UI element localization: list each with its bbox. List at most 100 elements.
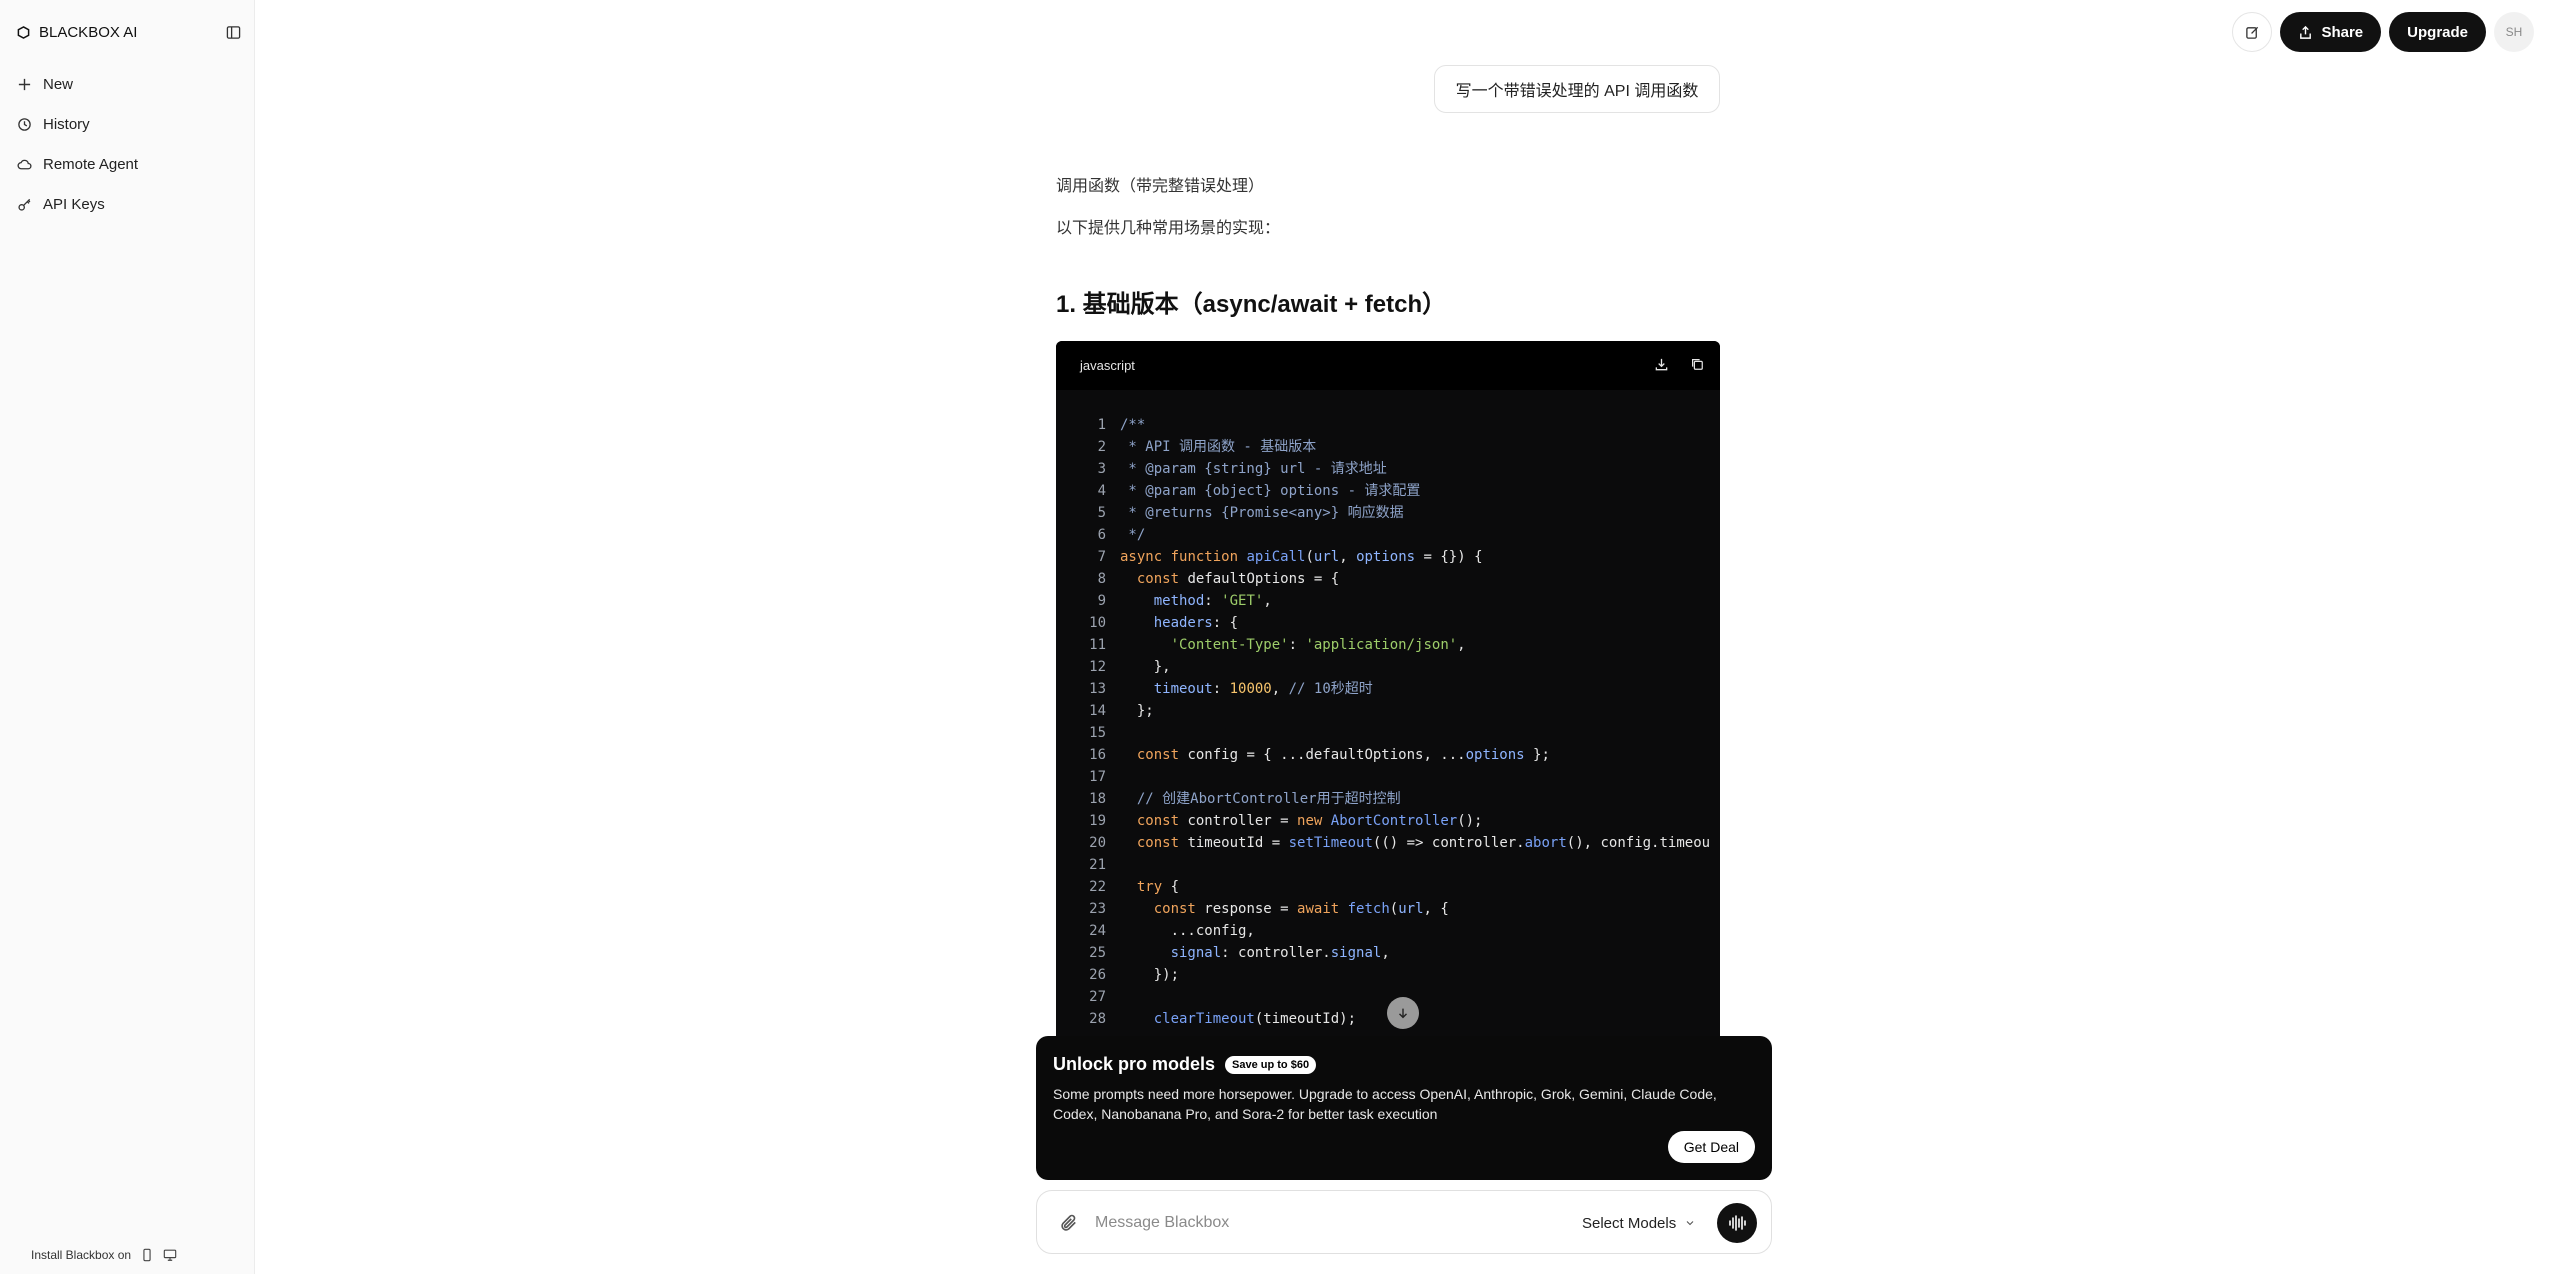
share-button[interactable]: Share xyxy=(2280,12,2382,52)
code-line: 13 timeout: 10000, // 10秒超时 xyxy=(1056,678,1720,700)
code-line-number: 22 xyxy=(1089,879,1106,895)
upgrade-button[interactable]: Upgrade xyxy=(2389,12,2486,52)
code-line: 18 // 创建AbortController用于超时控制 xyxy=(1056,788,1720,810)
code-language: javascript xyxy=(1080,358,1135,373)
cloud-icon xyxy=(17,159,32,169)
model-selector-label: Select Models xyxy=(1582,1214,1677,1232)
code-line-number: 5 xyxy=(1097,505,1106,521)
code-line-text: // 创建AbortController用于超时控制 xyxy=(1120,791,1401,807)
code-line-number: 24 xyxy=(1089,923,1106,939)
sidebar-item-label: History xyxy=(43,115,90,133)
code-line-number: 18 xyxy=(1089,791,1106,807)
code-line-number: 9 xyxy=(1097,593,1106,609)
code-line-text: async function apiCall(url, options = {}… xyxy=(1120,549,1483,565)
code-line-number: 7 xyxy=(1097,549,1106,565)
scroll-to-bottom-button[interactable] xyxy=(1387,997,1419,1029)
code-line: 20 const timeoutId = setTimeout(() => co… xyxy=(1056,832,1720,854)
sidebar-nav: New History Remote Agent API Keys xyxy=(10,64,244,224)
upgrade-label: Upgrade xyxy=(2407,23,2468,41)
download-code-button[interactable] xyxy=(1652,355,1670,373)
code-line: 17 xyxy=(1056,766,1720,788)
code-line-text: headers: { xyxy=(1153,615,1239,631)
code-line-number: 26 xyxy=(1089,967,1106,983)
sidebar-item-api-keys[interactable]: API Keys xyxy=(10,184,244,224)
sidebar-item-new[interactable]: New xyxy=(10,64,244,104)
collapse-sidebar-button[interactable] xyxy=(223,22,243,42)
install-label: Install Blackbox on xyxy=(31,1248,132,1262)
sidebar-item-remote-agent[interactable]: Remote Agent xyxy=(10,144,244,184)
waveform-icon xyxy=(1729,1215,1746,1231)
copy-code-button[interactable] xyxy=(1688,355,1706,373)
code-line-text: const timeoutId = setTimeout(() => contr… xyxy=(1136,835,1711,851)
code-line: 14 }; xyxy=(1056,700,1720,722)
code-line: 11 'Content-Type': 'application/json', xyxy=(1056,634,1720,656)
code-line-number: 4 xyxy=(1097,483,1106,499)
code-content[interactable]: 1/** 2 * API 调用函数 - 基础版本 3 * @param {strin… xyxy=(1056,414,1720,1030)
sidebar-item-label: Remote Agent xyxy=(43,155,139,173)
message-input[interactable] xyxy=(1095,1209,1515,1237)
code-line-text: const controller = new AbortController()… xyxy=(1136,813,1483,829)
edit-icon xyxy=(2246,26,2259,39)
copy-icon xyxy=(1692,359,1703,370)
response-paragraph-2: 以下提供几种常用场景的实现： xyxy=(1056,220,1281,237)
code-line-text: signal: controller.signal, xyxy=(1170,945,1390,961)
promo-title-row: Unlock pro models Save up to $60 xyxy=(1053,1054,1317,1075)
code-line-number: 13 xyxy=(1089,681,1106,697)
code-line: 19 const controller = new AbortControlle… xyxy=(1056,810,1720,832)
install-blackbox: Install Blackbox on xyxy=(31,1248,177,1262)
code-line: 3 * @param {string} url - 请求地址 xyxy=(1056,458,1720,480)
code-line-text: }; xyxy=(1120,703,1154,719)
code-actions xyxy=(1652,355,1706,373)
share-label: Share xyxy=(2321,23,2364,41)
user-message-text: 写一个带错误处理的 API 调用函数 xyxy=(1455,83,1699,100)
code-line: 22 try { xyxy=(1056,876,1720,898)
app-root: BLACKBOX AI New History Remote Agent API… xyxy=(0,0,2552,1274)
code-line-text: * @param {object} options - 请求配置 xyxy=(1120,483,1421,499)
code-line-text: try { xyxy=(1136,879,1180,895)
code-line-number: 10 xyxy=(1089,615,1106,631)
top-bar: Share Upgrade SH xyxy=(2232,12,2552,52)
code-line-text: const response = await fetch(url, { xyxy=(1153,901,1449,917)
response-heading: 1. 基础版本（async/await + fetch） xyxy=(1056,291,1447,318)
sidebar-toggle-icon xyxy=(226,25,240,39)
code-line: 4 * @param {object} options - 请求配置 xyxy=(1056,480,1720,502)
code-line-text: ...config, xyxy=(1120,923,1255,939)
brand[interactable]: BLACKBOX AI xyxy=(17,21,137,43)
code-line-number: 27 xyxy=(1089,989,1106,1005)
code-line: 23 const response = await fetch(url, { xyxy=(1056,898,1720,920)
new-chat-button[interactable] xyxy=(2232,12,2273,52)
code-line-text: const defaultOptions = { xyxy=(1136,571,1340,587)
code-line-text: /** xyxy=(1120,417,1146,433)
get-deal-button[interactable]: Get Deal xyxy=(1667,1131,1755,1163)
code-line-text: }, xyxy=(1120,659,1171,675)
message-composer: Select Models xyxy=(1036,1190,1772,1254)
model-selector[interactable]: Select Models xyxy=(1582,1211,1696,1235)
code-line-text: }); xyxy=(1120,967,1180,983)
avatar[interactable]: SH xyxy=(2494,12,2534,52)
brand-name: BLACKBOX AI xyxy=(39,23,138,41)
sidebar: BLACKBOX AI New History Remote Agent API… xyxy=(0,0,255,1274)
desktop-icon[interactable] xyxy=(163,1248,177,1262)
code-line-text: * @returns {Promise<any>} 响应数据 xyxy=(1120,505,1404,521)
code-line-text: */ xyxy=(1120,527,1146,543)
code-line-text: clearTimeout(timeoutId); xyxy=(1153,1011,1357,1027)
code-line-text: const config = { ...defaultOptions, ...o… xyxy=(1136,747,1550,763)
code-line-number: 6 xyxy=(1097,527,1106,543)
code-line: 2 * API 调用函数 - 基础版本 xyxy=(1056,436,1720,458)
code-line: 12 }, xyxy=(1056,656,1720,678)
sidebar-item-history[interactable]: History xyxy=(10,104,244,144)
paperclip-icon[interactable] xyxy=(1059,1213,1079,1233)
code-line: 9 method: 'GET', xyxy=(1056,590,1720,612)
promo-description: Some prompts need more horsepower. Upgra… xyxy=(1053,1086,1717,1122)
code-block: javascript 1/** 2 * API 调用函数 - 基础版本 3 * @p… xyxy=(1056,341,1720,1036)
promo-title: Unlock pro models xyxy=(1053,1054,1216,1074)
code-line-number: 19 xyxy=(1089,813,1106,829)
sidebar-item-label: API Keys xyxy=(43,195,105,213)
mobile-icon[interactable] xyxy=(140,1248,154,1262)
code-line: 15 xyxy=(1056,722,1720,744)
sidebar-item-label: New xyxy=(43,75,74,93)
code-block-header: javascript xyxy=(1056,341,1720,390)
voice-input-button[interactable] xyxy=(1717,1203,1757,1243)
response-paragraph-1: 调用函数（带完整错误处理） xyxy=(1056,178,1265,195)
